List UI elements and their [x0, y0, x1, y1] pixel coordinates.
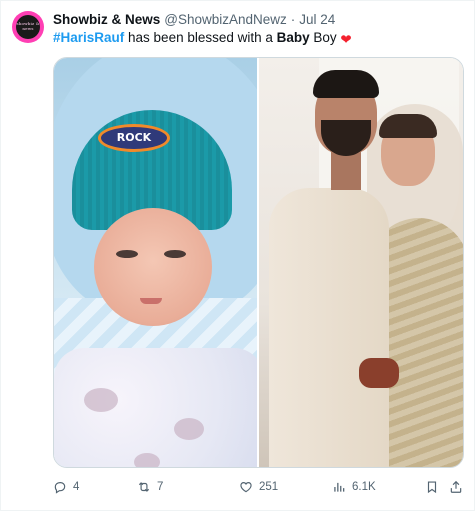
- baby-face: [94, 208, 212, 326]
- heart-emoji: ❤: [340, 32, 352, 47]
- hennaed-hands: [359, 358, 399, 388]
- bride-hair: [379, 114, 437, 138]
- separator-dot: ·: [290, 11, 296, 27]
- hashtag-link[interactable]: #HarisRauf: [53, 30, 124, 45]
- share-button[interactable]: [449, 478, 463, 496]
- groom-sherwani: [269, 188, 389, 467]
- tweet-card[interactable]: showbiz & news Showbiz & News @ShowbizAn…: [0, 0, 475, 511]
- newborn-baby-photo[interactable]: ROCK: [54, 58, 257, 467]
- retweet-count: 7: [157, 481, 164, 493]
- user-handle[interactable]: @ShowbizAndNewz: [164, 12, 287, 27]
- like-count: 251: [259, 481, 279, 493]
- couple-wedding-photo[interactable]: [259, 58, 463, 467]
- blanket-spot: [134, 453, 160, 467]
- like-button[interactable]: 251: [239, 478, 278, 496]
- reply-count: 4: [73, 481, 80, 493]
- blanket-spot: [174, 418, 204, 440]
- retweet-icon: [138, 482, 150, 492]
- tweet-date[interactable]: Jul 24: [299, 12, 335, 27]
- reply-button[interactable]: 4: [53, 478, 79, 496]
- reply-icon: [54, 482, 66, 494]
- tweet-text-bold: Baby: [276, 30, 310, 45]
- views-button[interactable]: 6.1K: [332, 478, 376, 496]
- retweet-button[interactable]: 7: [137, 478, 163, 496]
- groom-hair: [313, 70, 379, 98]
- bookmark-icon: [427, 481, 437, 494]
- baby-eye: [116, 250, 138, 258]
- baby-mouth: [140, 298, 162, 304]
- views-count: 6.1K: [352, 481, 376, 493]
- tweet-text: #HarisRauf has been blessed with a Baby …: [53, 29, 352, 49]
- groom-neck: [331, 150, 361, 190]
- tweet-text-part: has been blessed with a: [124, 30, 277, 45]
- views-icon: [334, 482, 345, 492]
- avatar[interactable]: showbiz & news: [12, 11, 44, 43]
- bookmark-button[interactable]: [425, 478, 439, 496]
- display-name[interactable]: Showbiz & News: [53, 12, 160, 27]
- share-icon: [450, 480, 462, 493]
- fluffy-blanket: [54, 348, 257, 467]
- avatar-logo: showbiz & news: [16, 15, 40, 39]
- blanket-spot: [84, 388, 118, 412]
- tweet-media: ROCK: [53, 57, 464, 468]
- like-icon: [240, 482, 252, 493]
- tweet-header: Showbiz & News @ShowbizAndNewz · Jul 24: [53, 10, 335, 28]
- hat-patch: ROCK: [98, 124, 170, 152]
- baby-eye: [164, 250, 186, 258]
- tweet-actions: 4 7 251 6.1K: [53, 478, 464, 496]
- tweet-text-part: Boy: [309, 30, 341, 45]
